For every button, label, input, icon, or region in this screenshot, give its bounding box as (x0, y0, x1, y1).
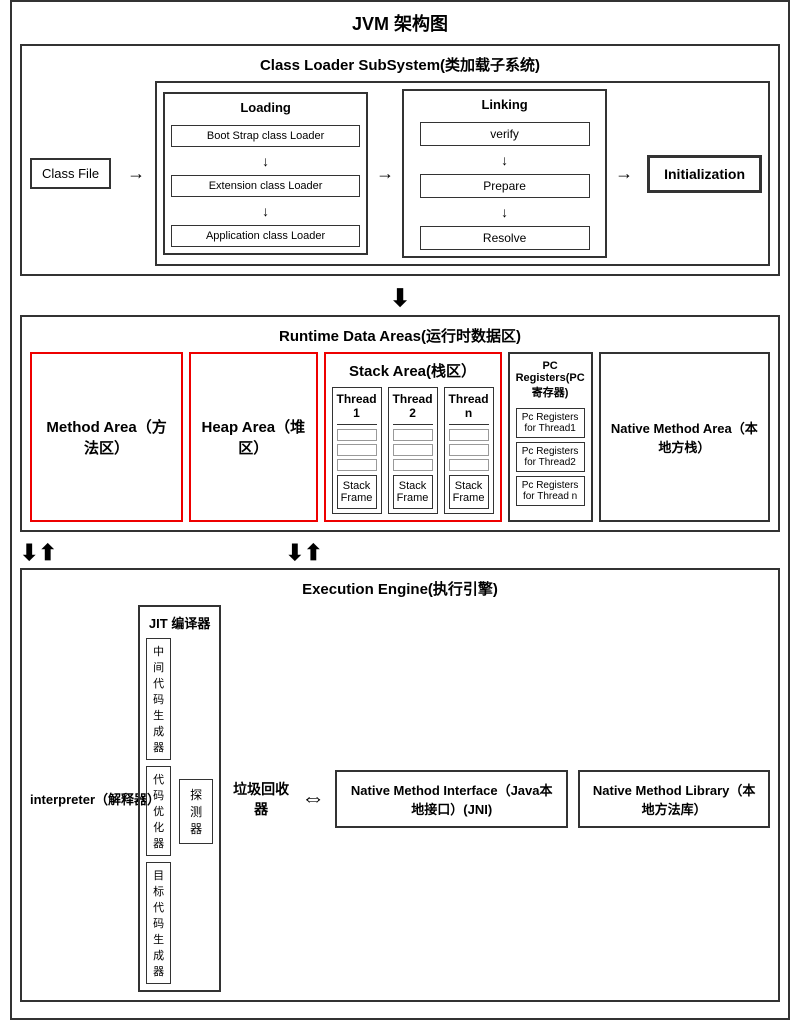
linking-arrow-1: ↓ (501, 152, 508, 168)
garbage-label: 垃圾回收器 (231, 779, 291, 819)
loading-linking-init: Loading Boot Strap class Loader ↓ Extens… (163, 89, 762, 258)
arrow-up-stack: ⬆ (304, 540, 322, 566)
pc-thread1: Pc Registers for Thread1 (516, 408, 585, 438)
row-line (393, 429, 433, 441)
classloader-section: Class Loader SubSystem(类加载子系统) Class Fil… (20, 44, 780, 276)
linking-prepare: Prepare (420, 174, 590, 198)
arrow-down-1: ↓ (262, 153, 269, 169)
thread-1-label: Thread 1 (337, 392, 377, 425)
loader-bootstrap: Boot Strap class Loader (171, 125, 360, 147)
jit-items-col: 中间代码生成器 代码优化器 目标代码生成器 (146, 638, 171, 984)
runtime-title: Runtime Data Areas(运行时数据区) (30, 325, 770, 346)
jit-title: JIT 编译器 (146, 613, 213, 632)
classfile-box: Class File (30, 158, 111, 189)
jit-item-1: 中间代码生成器 (146, 638, 171, 760)
thread-1-col: Thread 1 Stack Frame (332, 387, 382, 514)
jvm-diagram: JVM 架构图 Class Loader SubSystem(类加载子系统) C… (10, 0, 790, 1020)
jit-inner: 中间代码生成器 代码优化器 目标代码生成器 探测器 (146, 638, 213, 984)
thread-n-label: Thread n (449, 392, 489, 425)
loading-linking-wrapper: Loading Boot Strap class Loader ↓ Extens… (155, 81, 770, 266)
arrow-down-method: ⬇ (20, 540, 38, 566)
arrow-down-stack: ⬇ (286, 540, 304, 566)
thread-2-label: Thread 2 (393, 392, 433, 425)
linking-col: Linking verify ↓ Prepare ↓ Resolve (402, 89, 607, 258)
stack-frame-n: Stack Frame (449, 475, 489, 509)
runtime-section: Runtime Data Areas(运行时数据区) Method Area（方… (20, 315, 780, 532)
linking-resolve: Resolve (420, 226, 590, 250)
classloader-inner: Class File → Loading Boot Strap class Lo… (30, 81, 770, 266)
runtime-to-execution-arrows: ⬇ ⬆ ⬇ ⬆ (20, 540, 780, 566)
thread-n-rows (449, 429, 489, 471)
native-method-area-box: Native Method Area（本地方栈） (599, 352, 770, 522)
jit-item-3: 目标代码生成器 (146, 862, 171, 984)
execution-inner: interpreter（解释器） JIT 编译器 中间代码生成器 代码优化器 目… (30, 605, 770, 992)
row-line (337, 459, 377, 471)
arrow-up-heap: ⬆ (38, 540, 56, 566)
init-box: Initialization (647, 155, 762, 193)
row-line (393, 444, 433, 456)
loader-extension: Extension class Loader (171, 175, 360, 197)
row-line (393, 459, 433, 471)
classfile-arrow: → (127, 163, 145, 184)
execution-section: Execution Engine(执行引擎) interpreter（解释器） … (20, 568, 780, 1002)
thread-1-rows (337, 429, 377, 471)
interpreter-label: interpreter（解释器） (30, 789, 128, 808)
execution-title: Execution Engine(执行引擎) (30, 578, 770, 599)
stack-frame-2: Stack Frame (393, 475, 433, 509)
row-line (449, 459, 489, 471)
linking-to-init-arrow: → (615, 163, 633, 184)
classloader-title: Class Loader SubSystem(类加载子系统) (30, 54, 770, 75)
heap-area-box: Heap Area（堆区） (189, 352, 317, 522)
loading-col: Loading Boot Strap class Loader ↓ Extens… (163, 92, 368, 255)
loading-to-linking-arrow: → (376, 163, 394, 184)
native-interface-box: Native Method Interface（Java本地接口）(JNI) (335, 770, 568, 828)
explorer-box: 探测器 (179, 779, 213, 844)
method-area-box: Method Area（方法区） (30, 352, 183, 522)
stack-area-box: Stack Area(栈区） Thread 1 Stack Frame (324, 352, 502, 522)
stack-frame-1: Stack Frame (337, 475, 377, 509)
row-line (449, 429, 489, 441)
pc-threadn: Pc Registers for Thread n (516, 476, 585, 506)
thread-2-col: Thread 2 Stack Frame (388, 387, 438, 514)
native-method-area-label: Native Method Area（本地方栈） (607, 418, 762, 456)
row-line (449, 444, 489, 456)
linking-title: Linking (481, 97, 527, 112)
diagram-title: JVM 架构图 (20, 10, 780, 36)
loading-title: Loading (240, 100, 291, 115)
linking-verify: verify (420, 122, 590, 146)
runtime-inner: Method Area（方法区） Heap Area（堆区） Stack Are… (30, 352, 770, 522)
linking-arrow-2: ↓ (501, 204, 508, 220)
pc-title: PC Registers(PC寄存器) (516, 360, 585, 400)
loader-application: Application class Loader (171, 225, 360, 247)
pc-thread2: Pc Registers for Thread2 (516, 442, 585, 472)
jit-box: JIT 编译器 中间代码生成器 代码优化器 目标代码生成器 探测器 (138, 605, 221, 992)
classloader-to-runtime-arrow: ⬇ (20, 284, 780, 313)
thread-2-rows (393, 429, 433, 471)
row-line (337, 444, 377, 456)
pc-registers-box: PC Registers(PC寄存器) Pc Registers for Thr… (508, 352, 593, 522)
heap-area-label: Heap Area（堆区） (201, 416, 305, 458)
arrow-down-2: ↓ (262, 203, 269, 219)
thread-n-col: Thread n Stack Frame (444, 387, 494, 514)
jit-item-2: 代码优化器 (146, 766, 171, 856)
method-area-label: Method Area（方法区） (42, 416, 171, 458)
stack-area-title: Stack Area(栈区） (332, 360, 494, 381)
row-line (337, 429, 377, 441)
native-library-box: Native Method Library（本地方法库） (578, 770, 770, 828)
stack-threads: Thread 1 Stack Frame Thread 2 (332, 387, 494, 514)
